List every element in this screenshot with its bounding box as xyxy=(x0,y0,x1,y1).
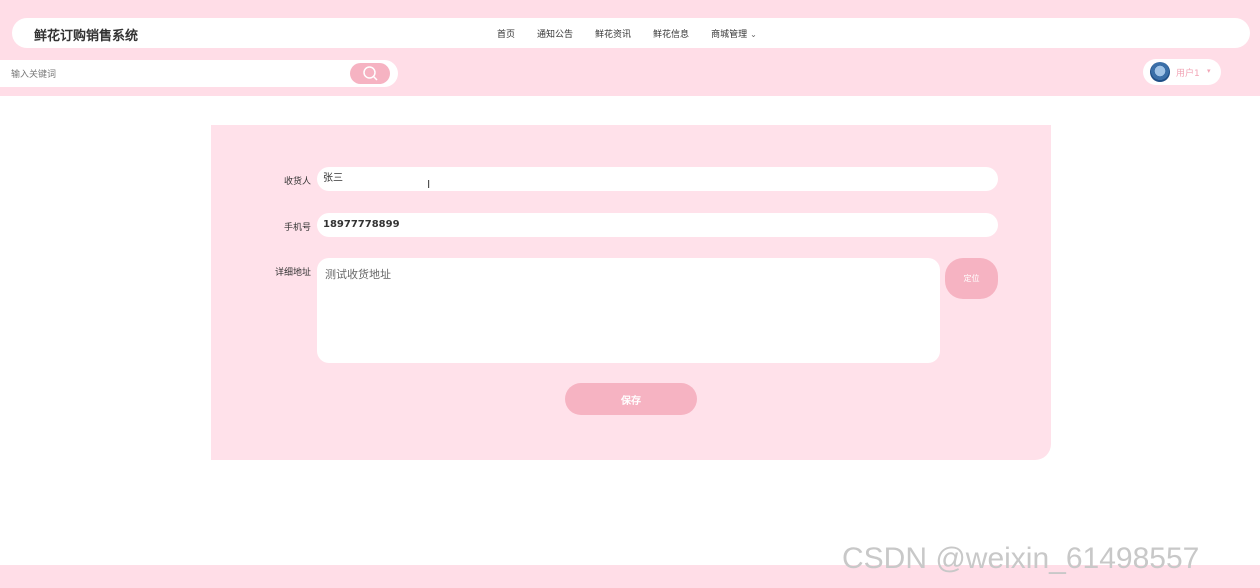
receiver-label: 收货人 xyxy=(283,177,311,187)
nav-notices[interactable]: 通知公告 xyxy=(537,27,573,40)
nav-flower-news[interactable]: 鲜花资讯 xyxy=(595,27,631,40)
address-form-card: 收货人 张三 手机号 18977778899 详细地址 测试收货地址 定位 保存 xyxy=(211,125,1051,460)
chevron-down-icon: ⌄ xyxy=(750,30,757,39)
address-textarea[interactable]: 测试收货地址 xyxy=(317,258,940,363)
caret-down-icon: ▾ xyxy=(1207,67,1211,75)
search-icon xyxy=(363,66,378,81)
search-button[interactable] xyxy=(350,63,390,84)
watermark-text: CSDN @weixin_61498557 xyxy=(842,542,1200,575)
search-input[interactable] xyxy=(9,66,343,83)
avatar xyxy=(1150,62,1170,82)
phone-label: 手机号 xyxy=(283,223,311,233)
brand-title: 鲜花订购销售系统 xyxy=(34,29,139,44)
nav-flower-info[interactable]: 鲜花信息 xyxy=(653,27,689,40)
main-nav: 首页 通知公告 鲜花资讯 鲜花信息 商城管理 ⌄ xyxy=(497,27,757,40)
locate-button[interactable]: 定位 xyxy=(945,258,998,299)
text-cursor-icon: I xyxy=(427,178,431,191)
user-name: 用户1 xyxy=(1176,69,1200,79)
address-label: 详细地址 xyxy=(274,268,311,278)
user-menu[interactable]: 用户1 ▾ xyxy=(1143,59,1221,85)
nav-home[interactable]: 首页 xyxy=(497,27,515,40)
search-bar xyxy=(0,60,398,87)
nav-mall-management[interactable]: 商城管理 ⌄ xyxy=(711,27,757,40)
receiver-field[interactable]: 张三 xyxy=(317,167,998,191)
navbar: 鲜花订购销售系统 首页 通知公告 鲜花资讯 鲜花信息 商城管理 ⌄ xyxy=(12,18,1250,48)
phone-field[interactable]: 18977778899 xyxy=(317,213,998,237)
save-button[interactable]: 保存 xyxy=(565,383,697,415)
nav-mall-management-label: 商城管理 xyxy=(711,30,748,40)
